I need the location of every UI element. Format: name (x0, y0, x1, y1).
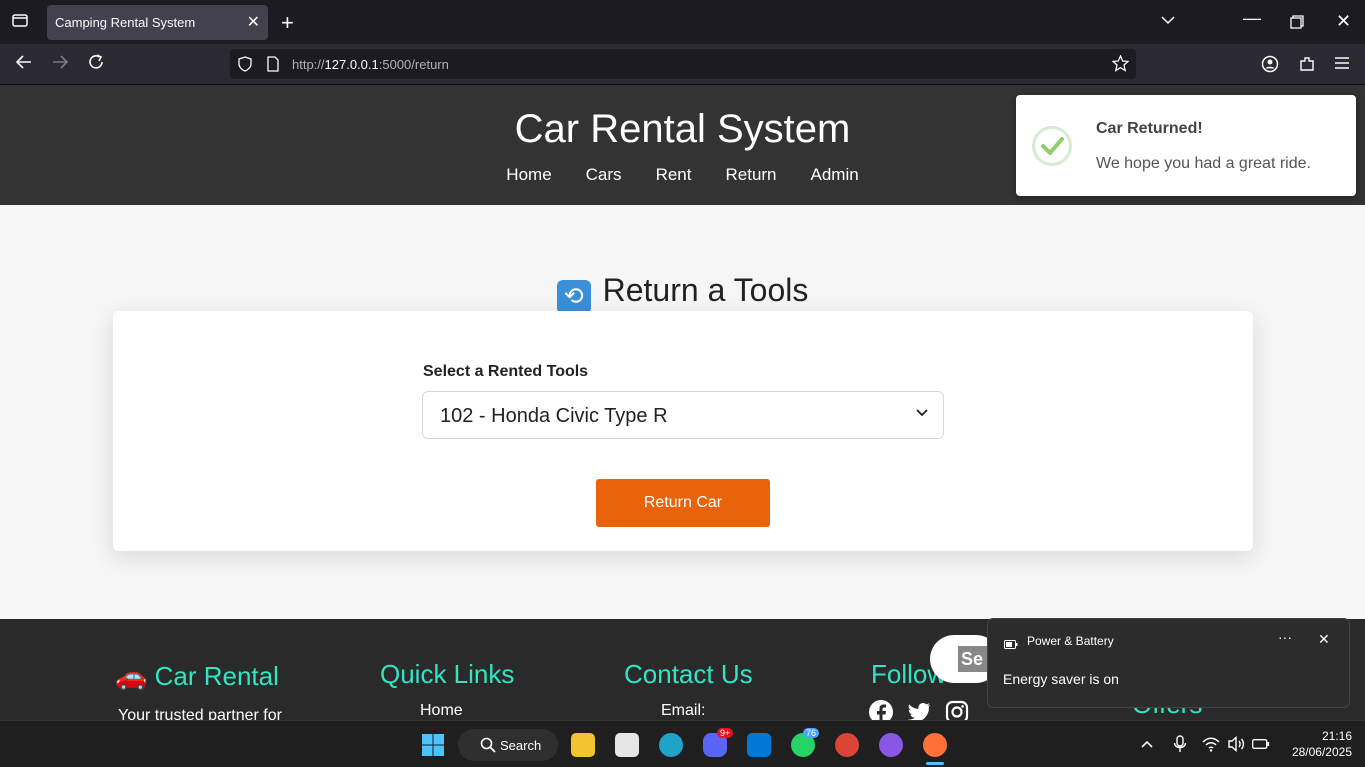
restore-icon[interactable] (1290, 13, 1304, 34)
rented-tool-select[interactable]: 102 - Honda Civic Type R (422, 391, 944, 439)
page-title: ⟲ Return a Tools (0, 272, 1365, 314)
vscode-icon[interactable] (747, 733, 771, 757)
taskbar: Search 9+ 76 21:16 28/06/2025 (0, 720, 1365, 767)
edge-icon[interactable] (659, 733, 683, 757)
chevron-down-icon (915, 406, 929, 425)
return-car-button[interactable]: Return Car (596, 479, 770, 527)
extensions-icon[interactable] (1298, 55, 1316, 78)
notification-app: Power & Battery (1027, 634, 1114, 648)
back-icon[interactable] (15, 53, 33, 76)
nav-admin[interactable]: Admin (811, 165, 859, 185)
firefox-icon[interactable] (923, 733, 947, 757)
success-toast: Car Returned! We hope you had a great ri… (1016, 95, 1356, 196)
tab-list-icon[interactable] (11, 11, 29, 34)
select-label: Select a Rented Tools (423, 363, 589, 380)
system-notification[interactable]: Power & Battery ··· ✕ Energy saver is on (987, 618, 1350, 708)
search-icon (480, 737, 496, 758)
browser-tab[interactable]: Camping Rental System ✕ (47, 5, 268, 40)
footer-brand: 🚗 Car Rental (115, 661, 279, 691)
close-window-icon[interactable]: ✕ (1336, 11, 1351, 32)
chevron-up-icon[interactable] (1140, 737, 1154, 756)
nav-rent[interactable]: Rent (656, 165, 692, 185)
system-clock[interactable]: 21:16 28/06/2025 (1282, 728, 1352, 760)
forward-icon[interactable] (51, 53, 69, 76)
car-icon: 🚗 (115, 661, 148, 691)
quick-links-heading: Quick Links (380, 659, 515, 689)
bookmark-star-icon[interactable] (1111, 54, 1130, 77)
clock-time: 21:16 (1321, 729, 1352, 743)
browser-tab-bar: Camping Rental System ✕ + — ✕ (0, 0, 1365, 44)
toast-message: We hope you had a great ride. (1096, 155, 1311, 172)
minimize-icon[interactable]: — (1243, 8, 1261, 29)
search-label: Search (500, 738, 542, 753)
address-bar[interactable]: http://127.0.0.1:5000/return (230, 49, 1136, 79)
url-text[interactable]: http://127.0.0.1:5000/return (292, 57, 449, 72)
windows-start-icon[interactable] (421, 733, 445, 762)
discord-badge: 9+ (717, 728, 734, 738)
toast-title: Car Returned! (1096, 120, 1203, 137)
nav-home[interactable]: Home (506, 165, 551, 185)
github-desktop-icon[interactable] (879, 733, 903, 757)
close-notification-icon[interactable]: ✕ (1318, 631, 1330, 648)
selected-option: 102 - Honda Civic Type R (440, 405, 668, 427)
file-explorer-icon[interactable] (571, 733, 595, 757)
clock-date: 28/06/2025 (1291, 745, 1352, 759)
account-icon[interactable] (1261, 55, 1279, 78)
contact-heading: Contact Us (624, 659, 753, 689)
taskbar-search[interactable]: Search (458, 729, 558, 761)
footer-link-home[interactable]: Home (420, 702, 463, 720)
reload-icon[interactable] (87, 53, 105, 76)
repeat-icon: ⟲ (556, 280, 591, 314)
notification-message: Energy saver is on (1003, 671, 1119, 687)
tab-title: Camping Rental System (55, 15, 196, 30)
browser-toolbar: http://127.0.0.1:5000/return (0, 44, 1365, 85)
shield-icon[interactable] (237, 56, 253, 77)
battery-icon[interactable] (1252, 737, 1270, 755)
wifi-icon[interactable] (1202, 736, 1220, 757)
page-icon (266, 56, 280, 77)
battery-icon (1004, 636, 1018, 654)
more-options-icon[interactable]: ··· (1278, 629, 1292, 645)
chevron-down-icon[interactable] (1160, 12, 1176, 33)
active-app-indicator (926, 762, 944, 765)
whatsapp-badge: 76 (803, 728, 820, 738)
checkmark-icon (1032, 126, 1072, 166)
contact-email-label: Email: (661, 702, 706, 719)
store-icon[interactable] (615, 733, 639, 757)
new-tab-icon[interactable]: + (281, 10, 294, 36)
menu-icon[interactable] (1334, 56, 1350, 75)
nav-cars[interactable]: Cars (586, 165, 622, 185)
return-form-card: Select a Rented Tools 102 - Honda Civic … (113, 311, 1253, 551)
nav-return[interactable]: Return (725, 165, 776, 185)
close-tab-icon[interactable]: ✕ (247, 12, 260, 32)
microphone-icon[interactable] (1173, 735, 1187, 758)
volume-icon[interactable] (1227, 735, 1245, 757)
chrome-icon[interactable] (835, 733, 859, 757)
